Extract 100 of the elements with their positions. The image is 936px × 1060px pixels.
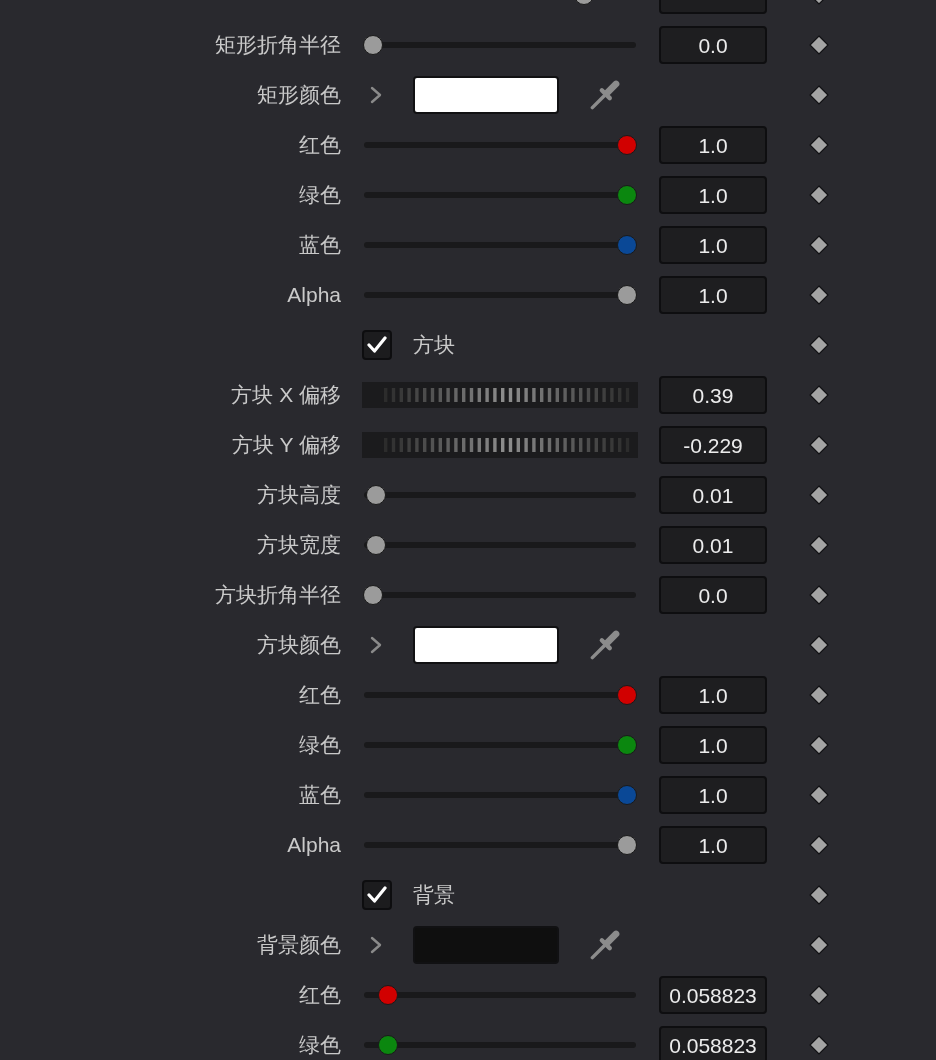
slider-thumb[interactable] xyxy=(617,685,637,705)
property-label: 方块 Y 偏移 xyxy=(231,432,341,459)
checkmark-icon xyxy=(367,886,387,904)
slider-thumb[interactable] xyxy=(365,485,386,505)
chevron-right-icon[interactable] xyxy=(369,636,383,654)
slider[interactable] xyxy=(362,785,638,805)
keyframe-diamond-icon[interactable] xyxy=(809,635,829,655)
chevron-right-icon[interactable] xyxy=(369,86,383,104)
slider[interactable] xyxy=(362,285,638,305)
value-field[interactable]: 0.058823 xyxy=(659,976,767,1014)
keyframe-diamond-icon[interactable] xyxy=(809,185,829,205)
slider-thumb[interactable] xyxy=(617,185,637,205)
checkbox[interactable] xyxy=(362,880,392,910)
value-field[interactable]: 1.0 xyxy=(659,776,767,814)
value-field[interactable]: 1.0 xyxy=(659,826,767,864)
slider-thumb[interactable] xyxy=(617,235,637,255)
keyframe-diamond-icon[interactable] xyxy=(809,235,829,255)
slider-thumb[interactable] xyxy=(363,35,383,55)
keyframe-diamond-icon[interactable] xyxy=(809,985,829,1005)
property-label: 红色 xyxy=(299,682,341,709)
value-field[interactable]: 1.0 xyxy=(659,726,767,764)
slider-thumb[interactable] xyxy=(377,985,398,1005)
slider[interactable] xyxy=(362,1035,638,1055)
color-swatch[interactable] xyxy=(413,926,559,964)
keyframe-diamond-icon[interactable] xyxy=(809,835,829,855)
eyedropper-icon[interactable] xyxy=(590,630,620,660)
slider-thumb[interactable] xyxy=(363,585,383,605)
value-field[interactable]: 0.39 xyxy=(659,376,767,414)
slider[interactable] xyxy=(362,535,638,555)
slider[interactable] xyxy=(362,585,638,605)
keyframe-diamond-icon[interactable] xyxy=(809,35,829,55)
property-label: 红色 xyxy=(299,132,341,159)
value-field[interactable]: 1.0 xyxy=(659,176,767,214)
keyframe-diamond-icon[interactable] xyxy=(809,135,829,155)
slider[interactable] xyxy=(362,835,638,855)
slider[interactable] xyxy=(362,35,638,55)
keyframe-diamond-icon[interactable] xyxy=(809,735,829,755)
value-field[interactable]: -0.229 xyxy=(659,426,767,464)
slider-thumb[interactable] xyxy=(365,535,386,555)
value-field[interactable]: 0.058823 xyxy=(659,1026,767,1060)
slider-thumb[interactable] xyxy=(617,735,637,755)
keyframe-diamond-icon[interactable] xyxy=(809,535,829,555)
checkmark-icon xyxy=(367,336,387,354)
property-label: 方块颜色 xyxy=(257,632,341,659)
value-field[interactable]: 1.0 xyxy=(659,676,767,714)
property-label: 蓝色 xyxy=(299,782,341,809)
keyframe-diamond-icon[interactable] xyxy=(809,485,829,505)
property-label: 方块折角半径 xyxy=(215,582,341,609)
property-label: 绿色 xyxy=(299,182,341,209)
keyframe-diamond-icon[interactable] xyxy=(809,435,829,455)
keyframe-diamond-icon[interactable] xyxy=(809,285,829,305)
slider[interactable] xyxy=(362,135,638,155)
slider-thumb[interactable] xyxy=(617,135,637,155)
property-label: 方块宽度 xyxy=(257,532,341,559)
jog-wheel[interactable] xyxy=(362,432,638,458)
property-label: 绿色 xyxy=(299,732,341,759)
eyedropper-icon[interactable] xyxy=(590,930,620,960)
value-field[interactable]: 1.0 xyxy=(659,126,767,164)
chevron-right-icon[interactable] xyxy=(369,936,383,954)
keyframe-diamond-icon[interactable] xyxy=(809,385,829,405)
keyframe-diamond-icon[interactable] xyxy=(809,585,829,605)
keyframe-diamond-icon[interactable] xyxy=(809,935,829,955)
value-field[interactable]: 0.01 xyxy=(659,526,767,564)
slider[interactable] xyxy=(362,485,638,505)
slider-thumb[interactable] xyxy=(617,285,637,305)
section-label: 背景 xyxy=(413,882,455,909)
slider[interactable] xyxy=(362,985,638,1005)
property-label: 绿色 xyxy=(299,1032,341,1059)
slider[interactable] xyxy=(362,685,638,705)
property-label: 方块 X 偏移 xyxy=(231,382,341,409)
slider-thumb[interactable] xyxy=(617,835,637,855)
slider[interactable] xyxy=(362,185,638,205)
property-label: 方块高度 xyxy=(257,482,341,509)
property-label: 蓝色 xyxy=(299,232,341,259)
jog-wheel[interactable] xyxy=(362,382,638,408)
keyframe-diamond-icon[interactable] xyxy=(809,1035,829,1055)
keyframe-diamond-icon[interactable] xyxy=(809,685,829,705)
value-field[interactable]: 0.01 xyxy=(659,476,767,514)
value-field[interactable]: 1.0 xyxy=(659,226,767,264)
keyframe-diamond-icon[interactable] xyxy=(809,885,829,905)
slider-thumb[interactable] xyxy=(377,1035,398,1055)
color-swatch[interactable] xyxy=(413,76,559,114)
checkbox[interactable] xyxy=(362,330,392,360)
value-field[interactable]: 1.0 xyxy=(659,276,767,314)
property-label: 矩形折角半径 xyxy=(215,32,341,59)
property-label: Alpha xyxy=(287,832,341,859)
property-label: Alpha xyxy=(287,282,341,309)
property-label: 红色 xyxy=(299,982,341,1009)
slider[interactable] xyxy=(362,235,638,255)
section-label: 方块 xyxy=(413,332,455,359)
color-swatch[interactable] xyxy=(413,626,559,664)
eyedropper-icon[interactable] xyxy=(590,80,620,110)
property-label: 矩形颜色 xyxy=(257,82,341,109)
value-field[interactable]: 0.0 xyxy=(659,576,767,614)
keyframe-diamond-icon[interactable] xyxy=(809,785,829,805)
slider[interactable] xyxy=(362,735,638,755)
value-field[interactable]: 0.0 xyxy=(659,26,767,64)
slider-thumb[interactable] xyxy=(617,785,637,805)
keyframe-diamond-icon[interactable] xyxy=(809,85,829,105)
keyframe-diamond-icon[interactable] xyxy=(809,335,829,355)
